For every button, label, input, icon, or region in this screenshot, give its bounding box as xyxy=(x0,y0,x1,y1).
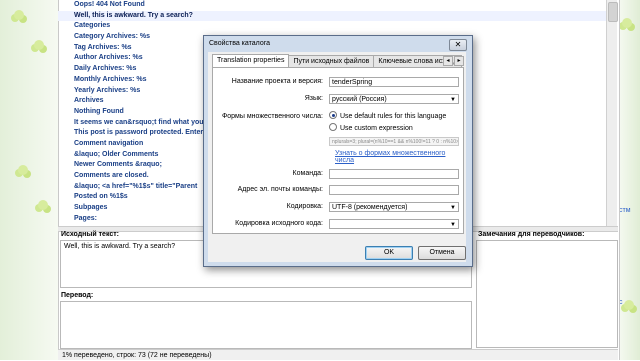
flower-icon xyxy=(18,165,28,175)
list-item[interactable]: Categories xyxy=(58,21,606,32)
translation-input[interactable] xyxy=(60,301,472,349)
flower-icon xyxy=(622,18,632,28)
background-link[interactable]: стм xyxy=(619,205,631,217)
tab-page: Название проекта и версия: tenderSpring … xyxy=(212,67,464,234)
language-value: русский (Россия) xyxy=(332,96,387,103)
dialog-body: Translation properties Пути исходных файл… xyxy=(208,52,466,262)
background-link[interactable]: с xyxy=(619,297,631,309)
dialog-tabs: Translation properties Пути исходных файл… xyxy=(212,54,463,68)
comments-box[interactable] xyxy=(476,240,618,348)
chevron-left-icon[interactable]: ◂ xyxy=(443,56,453,66)
chevron-right-icon[interactable]: ▸ xyxy=(454,56,464,66)
flower-icon xyxy=(14,10,24,20)
dialog-title: Свойства каталога xyxy=(209,40,271,47)
source-text-header: Исходный текст: xyxy=(61,231,120,238)
catalog-properties-dialog: Свойства каталога ✕ Translation properti… xyxy=(203,35,473,267)
chevron-down-icon: ▼ xyxy=(450,222,456,228)
list-item[interactable]: Well, this is awkward. Try a search? xyxy=(58,10,606,22)
cancel-button[interactable]: Отмена xyxy=(418,246,466,260)
ok-button[interactable]: OK xyxy=(365,246,413,260)
language-select[interactable]: русский (Россия) ▼ xyxy=(329,94,459,104)
close-icon[interactable]: ✕ xyxy=(449,39,467,51)
project-label: Название проекта и версия: xyxy=(231,78,323,85)
chevron-down-icon: ▼ xyxy=(450,97,456,103)
charset-select[interactable]: UTF-8 (рекомендуется) ▼ xyxy=(329,202,459,212)
left-decoration xyxy=(0,0,58,360)
team-label: Команда: xyxy=(292,170,323,177)
tab-translation-properties[interactable]: Translation properties xyxy=(212,54,290,68)
radio-custom-label: Use custom expression xyxy=(340,125,413,132)
team-email-input[interactable] xyxy=(329,185,459,195)
project-name-input[interactable]: tenderSpring xyxy=(329,77,459,87)
radio-default-rules[interactable]: Use default rules for this language xyxy=(329,111,447,122)
translation-header: Перевод: xyxy=(61,292,94,299)
radio-custom-expression[interactable]: Use custom expression xyxy=(329,123,413,134)
team-input[interactable] xyxy=(329,169,459,179)
tab-scroll: ◂ ▸ xyxy=(442,56,464,66)
background-links: стм с xyxy=(619,205,631,309)
flower-icon xyxy=(34,40,44,50)
language-label: Язык: xyxy=(304,95,323,102)
plural-expression-input: nplurals=3; plural=(n%10==1 && n%100!=11… xyxy=(329,137,459,146)
source-charset-select[interactable]: ▼ xyxy=(329,219,459,229)
scrollbar-thumb[interactable] xyxy=(608,2,618,22)
radio-default-label: Use default rules for this language xyxy=(340,113,447,120)
status-bar: 1% переведено, строк: 73 (72 не переведе… xyxy=(58,349,618,360)
chevron-down-icon: ▼ xyxy=(450,205,456,211)
charset-label: Кодировка: xyxy=(286,203,323,210)
list-item[interactable]: Oops! 404 Not Found xyxy=(58,0,606,11)
radio-selected-icon xyxy=(329,111,337,120)
source-charset-label: Кодировка исходного кода: xyxy=(235,220,323,227)
team-email-label: Адрес эл. почты команды: xyxy=(237,186,323,193)
plural-forms-label: Формы множественного числа: xyxy=(221,113,323,120)
plural-forms-link[interactable]: Узнать о формах множественного числа xyxy=(335,150,463,164)
list-scrollbar[interactable] xyxy=(606,0,618,226)
radio-icon xyxy=(329,123,337,132)
comments-header: Замечания для переводчиков: xyxy=(478,231,585,238)
charset-value: UTF-8 (рекомендуется) xyxy=(332,204,408,211)
flower-icon xyxy=(38,200,48,210)
